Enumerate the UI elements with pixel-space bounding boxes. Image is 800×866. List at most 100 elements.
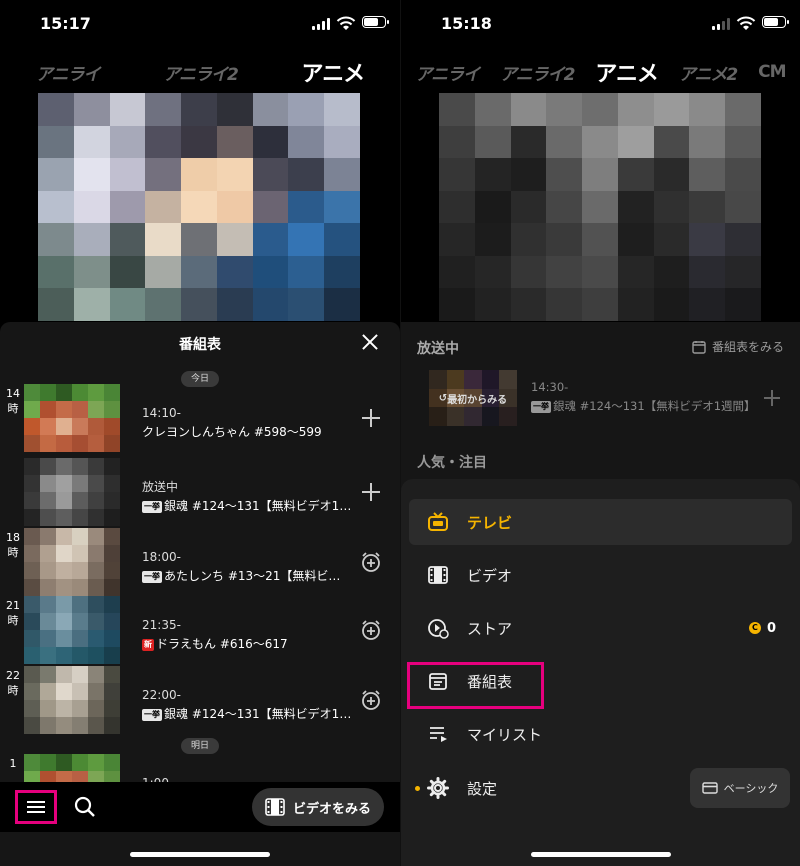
hour-label: 21 時 [6,599,20,627]
program-time: 18:00- [142,550,181,564]
menu-item-store[interactable]: ストア C0 [409,605,792,651]
program-time: 14:10- [142,406,181,420]
tv-icon [428,512,448,531]
status-bar: 15:17 [0,0,400,50]
film-icon [265,798,285,816]
menu-label: ビデオ [467,566,513,585]
menu-label: マイリスト [467,725,543,744]
program-thumbnail [24,384,120,452]
status-time: 15:17 [40,14,91,33]
onair-thumbnail[interactable]: ↺ 最初からみる [429,370,517,426]
plan-button[interactable]: ベーシック [690,768,790,808]
right-screen: 15:18 アニライ アニライ2 アニメ アニメ2 CM 放送中 番組表をみる [400,0,800,866]
program-title: ドラえもん #616〜617 [156,637,288,651]
schedule-row[interactable]: 21 時 21:35- 新ドラえもん #616〜617 [0,596,400,664]
program-time: 21:35- [142,618,181,632]
gear-icon [427,777,449,799]
program-info: 22:00- 一挙 銀魂 #124〜131【無料ビデオ1… [142,686,352,724]
highlight-box [407,662,544,709]
bulk-badge: 一挙 [531,401,551,413]
store-icon [428,619,449,639]
status-bar: 15:18 [401,0,800,50]
video-player[interactable] [38,93,360,321]
video-frame [38,93,360,321]
restart-icon: ↺ [438,392,448,404]
add-icon[interactable] [362,409,380,427]
signal-icon [312,18,330,30]
channel-tab-anime[interactable]: アニメ [302,56,366,88]
home-indicator [531,852,671,857]
playlist-icon [430,727,447,742]
menu-item-mylist[interactable]: マイリスト [409,711,792,757]
schedule-row[interactable]: 18 時 18:00- 一挙 あたしンち #13〜21【無料ビデ… [0,528,400,596]
coin-icon: C [748,622,761,634]
channel-tab-anime[interactable]: アニメ [595,56,659,88]
bulk-badge: 一挙 [142,501,162,513]
program-info: 14:10- クレヨンしんちゃん #598〜599 [142,404,352,442]
video-player[interactable] [439,93,761,321]
schedule-row[interactable]: 14 時 14:10- クレヨンしんちゃん #598〜599 [0,384,400,452]
status-time: 15:18 [441,14,492,33]
card-icon [701,782,718,794]
menu-label: テレビ [467,513,513,532]
add-icon[interactable] [362,483,380,501]
menu-item-video[interactable]: ビデオ [409,552,792,598]
new-badge: 新 [142,639,154,651]
hour-label: 18 時 [6,531,20,559]
menu-button[interactable] [15,790,57,824]
program-title: あたしンち #13〜21【無料ビデ… [164,569,352,583]
channel-tab-cm[interactable]: CM [758,62,786,82]
hour-label: 14 時 [6,387,20,415]
program-time: 22:00- [142,688,181,702]
channel-bar: アニライ アニライ2 アニメ [0,52,400,92]
bulk-badge: 一挙 [142,709,162,721]
program-thumbnail [24,528,120,596]
see-schedule-link[interactable]: 番組表をみる [692,338,784,355]
program-info: 21:35- 新ドラえもん #616〜617 [142,616,352,654]
program-title: 銀魂 #124〜131【無料ビデオ1… [164,707,352,721]
film-icon [428,566,448,584]
menu-label: 設定 [467,779,498,798]
onair-program-title: 銀魂 #124〜131【無料ビデオ1週間】 [553,399,756,413]
onair-heading: 放送中 [417,341,459,357]
wifi-icon [736,16,756,30]
signal-icon [712,18,730,30]
channel-tab-anirai2[interactable]: アニライ2 [163,60,238,85]
channel-tab-anirai[interactable]: アニライ [415,60,480,85]
home-indicator [130,852,270,857]
close-icon[interactable] [358,330,382,354]
channel-tab-anirai2[interactable]: アニライ2 [500,60,575,85]
program-title: クレヨンしんちゃん #598〜599 [142,425,322,439]
day-label-tomorrow: 明日 [181,738,219,754]
sheet-title: 番組表 [179,337,221,353]
add-icon[interactable] [764,390,780,406]
hour-label: 1 [9,757,17,770]
schedule-row[interactable]: 放送中 一挙 銀魂 #124〜131【無料ビデオ1… [0,458,400,526]
video-frame [439,93,761,321]
alarm-icon[interactable] [360,551,382,573]
alarm-icon[interactable] [360,619,382,641]
left-screen: 15:17 アニライ アニライ2 アニメ 番組表 今日 14 時 14:10- … [0,0,400,866]
menu-label: ストア [467,619,513,638]
plan-label: ベーシック [723,782,779,795]
bottom-toolbar: ビデオをみる [0,782,400,832]
channel-tab-anime2[interactable]: アニメ2 [679,60,738,85]
channel-tab-anirai[interactable]: アニライ [36,60,101,85]
alarm-icon[interactable] [360,689,382,711]
program-status: 放送中 [142,480,179,494]
popular-heading: 人気・注目 [417,455,487,471]
program-thumbnail [24,458,120,526]
calendar-icon [692,340,706,354]
schedule-row[interactable]: 22 時 22:00- 一挙 銀魂 #124〜131【無料ビデオ1… [0,666,400,734]
channel-bar: アニライ アニライ2 アニメ アニメ2 CM [401,52,800,92]
menu-item-tv[interactable]: テレビ [409,499,792,545]
wifi-icon [336,16,356,30]
battery-icon [362,16,389,28]
program-thumbnail [24,596,120,664]
watch-video-button[interactable]: ビデオをみる [252,788,384,826]
navigation-menu: テレビ ビデオ ストア C0 番組表 マイリスト 設定 ベーシック [401,479,800,866]
battery-icon [762,16,789,28]
see-schedule-label: 番組表をみる [711,340,784,354]
program-info: 放送中 一挙 銀魂 #124〜131【無料ビデオ1… [142,478,352,516]
search-icon[interactable] [74,796,96,818]
